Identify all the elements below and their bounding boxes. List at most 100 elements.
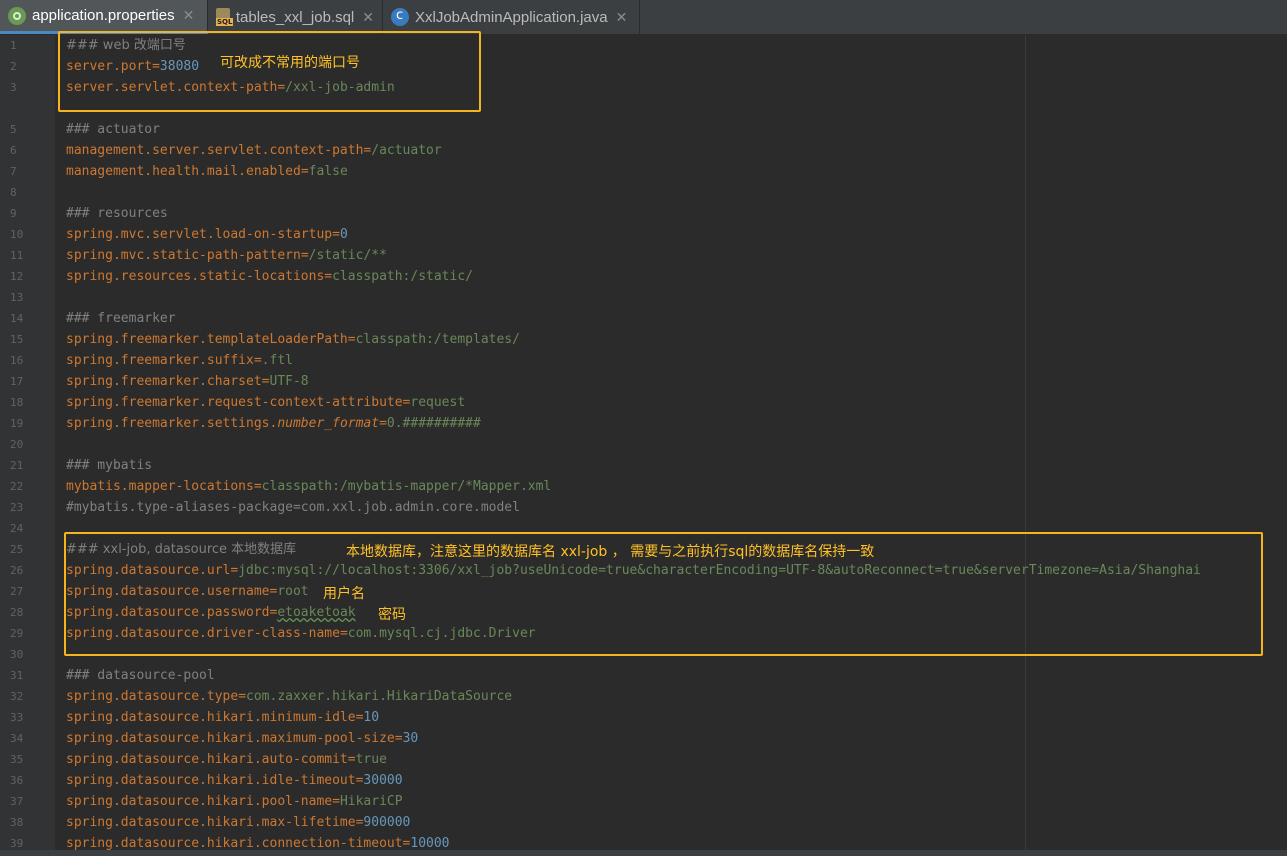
- line-number: 28: [10, 606, 24, 619]
- line-number: 32: [10, 690, 24, 703]
- line-number: 15: [10, 333, 24, 346]
- property-value: UTF-8: [269, 374, 309, 389]
- line-number: 17: [10, 375, 24, 388]
- line-number: 14: [10, 312, 24, 325]
- tab-label: application.properties: [32, 7, 175, 24]
- line-number: 2: [10, 60, 17, 73]
- line-number: 24: [10, 522, 24, 535]
- property-value: com.zaxxer.hikari.HikariDataSource: [246, 689, 513, 704]
- code-line: spring.datasource.hikari.max-lifetime=90…: [66, 815, 411, 830]
- code-comment: ### mybatis: [66, 458, 153, 473]
- line-number: 11: [10, 249, 24, 262]
- spring-leaf-icon: [8, 6, 26, 25]
- annotation-pwd-note: 密码: [378, 607, 406, 623]
- line-number: 13: [10, 291, 24, 304]
- line-number: 29: [10, 627, 24, 640]
- code-line: management.server.servlet.context-path=/…: [66, 143, 442, 158]
- property-value: 10000: [410, 836, 450, 851]
- horizontal-scrollbar[interactable]: [0, 850, 1287, 856]
- line-number: 3: [10, 81, 17, 94]
- code-line: spring.freemarker.settings.number_format…: [66, 416, 481, 431]
- property-value: classpath:/templates/: [355, 332, 520, 347]
- tab-xxljobadminapplication-java[interactable]: XxlJobAdminApplication.java ✕: [383, 0, 640, 34]
- property-key: spring.freemarker.charset: [66, 374, 262, 389]
- line-number: 36: [10, 774, 24, 787]
- property-key: spring.freemarker.settings.: [66, 416, 278, 431]
- code-line: spring.datasource.hikari.auto-commit=tru…: [66, 752, 387, 767]
- code-line: spring.datasource.hikari.minimum-idle=10: [66, 710, 380, 725]
- property-key: spring.freemarker.templateLoaderPath: [66, 332, 348, 347]
- code-line: spring.freemarker.suffix=.ftl: [66, 353, 293, 368]
- line-number: 33: [10, 711, 24, 724]
- code-line: spring.datasource.hikari.maximum-pool-si…: [66, 731, 419, 746]
- property-key: spring.datasource.hikari.minimum-idle: [66, 710, 356, 725]
- code-line: mybatis.mapper-locations=classpath:/myba…: [66, 479, 552, 494]
- line-number: 25: [10, 543, 24, 556]
- property-key-italic: number_format: [277, 416, 380, 431]
- line-number: 23: [10, 501, 24, 514]
- tab-tables-xxl-job-sql[interactable]: tables_xxl_job.sql ✕: [208, 0, 383, 34]
- code-line: spring.freemarker.request-context-attrib…: [66, 395, 466, 410]
- line-number: 22: [10, 480, 24, 493]
- property-value: .ftl: [261, 353, 293, 368]
- code-comment: ### datasource-pool: [66, 668, 215, 683]
- property-key: management.health.mail.enabled: [66, 164, 301, 179]
- annotation-db-note: 本地数据库，注意这里的数据库名 xxl-job ， 需要与之前执行sql的数据库…: [346, 544, 875, 560]
- line-number: 30: [10, 648, 24, 661]
- property-value: HikariCP: [339, 794, 403, 809]
- property-key: spring.datasource.type: [66, 689, 239, 704]
- property-value: classpath:/static/: [332, 269, 473, 284]
- property-key: management.server.servlet.context-path: [66, 143, 364, 158]
- line-number: 1: [10, 39, 17, 52]
- line-number: 18: [10, 396, 24, 409]
- line-number: 38: [10, 816, 24, 829]
- property-key: spring.datasource.hikari.connection-time…: [66, 836, 403, 851]
- property-key: spring.mvc.servlet.load-on-startup: [66, 227, 333, 242]
- property-value: 900000: [363, 815, 411, 830]
- line-number: 10: [10, 228, 24, 241]
- right-margin-guide: [1025, 35, 1026, 856]
- line-number: 5: [10, 123, 17, 136]
- code-line: spring.resources.static-locations=classp…: [66, 269, 473, 284]
- line-number: 12: [10, 270, 24, 283]
- line-number: 34: [10, 732, 24, 745]
- property-key: spring.mvc.static-path-pattern: [66, 248, 301, 263]
- java-class-icon: [391, 8, 409, 26]
- property-value: false: [308, 164, 348, 179]
- line-number: 20: [10, 438, 24, 451]
- property-value: 30000: [363, 773, 403, 788]
- property-key: spring.datasource.hikari.maximum-pool-si…: [66, 731, 395, 746]
- property-value: /actuator: [371, 143, 442, 158]
- line-number: 37: [10, 795, 24, 808]
- property-value: 0: [339, 227, 348, 242]
- property-value: 0.##########: [386, 416, 481, 431]
- line-number: 31: [10, 669, 24, 682]
- editor-tab-bar: application.properties ✕ tables_xxl_job.…: [0, 0, 1287, 35]
- code-line: spring.mvc.servlet.load-on-startup=0: [66, 227, 348, 242]
- property-key: mybatis.mapper-locations: [66, 479, 254, 494]
- line-number: 16: [10, 354, 24, 367]
- property-key: spring.datasource.hikari.auto-commit: [66, 752, 348, 767]
- property-key: spring.freemarker.suffix: [66, 353, 254, 368]
- tab-application-properties[interactable]: application.properties ✕: [0, 0, 208, 34]
- property-value: 30: [402, 731, 419, 746]
- code-line: spring.mvc.static-path-pattern=/static/*…: [66, 248, 387, 263]
- line-number: 19: [10, 417, 24, 430]
- code-comment: ### actuator: [66, 122, 160, 137]
- close-icon[interactable]: ✕: [362, 9, 374, 26]
- close-icon[interactable]: ✕: [183, 7, 195, 24]
- tab-label: XxlJobAdminApplication.java: [415, 8, 608, 26]
- property-value: true: [355, 752, 387, 767]
- property-value: /static/**: [308, 248, 387, 263]
- close-icon[interactable]: ✕: [616, 9, 628, 26]
- line-number: 26: [10, 564, 24, 577]
- line-number: 9: [10, 207, 17, 220]
- line-number: 35: [10, 753, 24, 766]
- property-value: request: [410, 395, 466, 410]
- property-key: spring.resources.static-locations: [66, 269, 325, 284]
- line-number: 7: [10, 165, 17, 178]
- sql-file-icon: [216, 8, 234, 26]
- code-comment: #mybatis.type-aliases-package=com.xxl.jo…: [66, 500, 520, 515]
- property-key: spring.datasource.hikari.max-lifetime: [66, 815, 356, 830]
- code-line: spring.freemarker.charset=UTF-8: [66, 374, 309, 389]
